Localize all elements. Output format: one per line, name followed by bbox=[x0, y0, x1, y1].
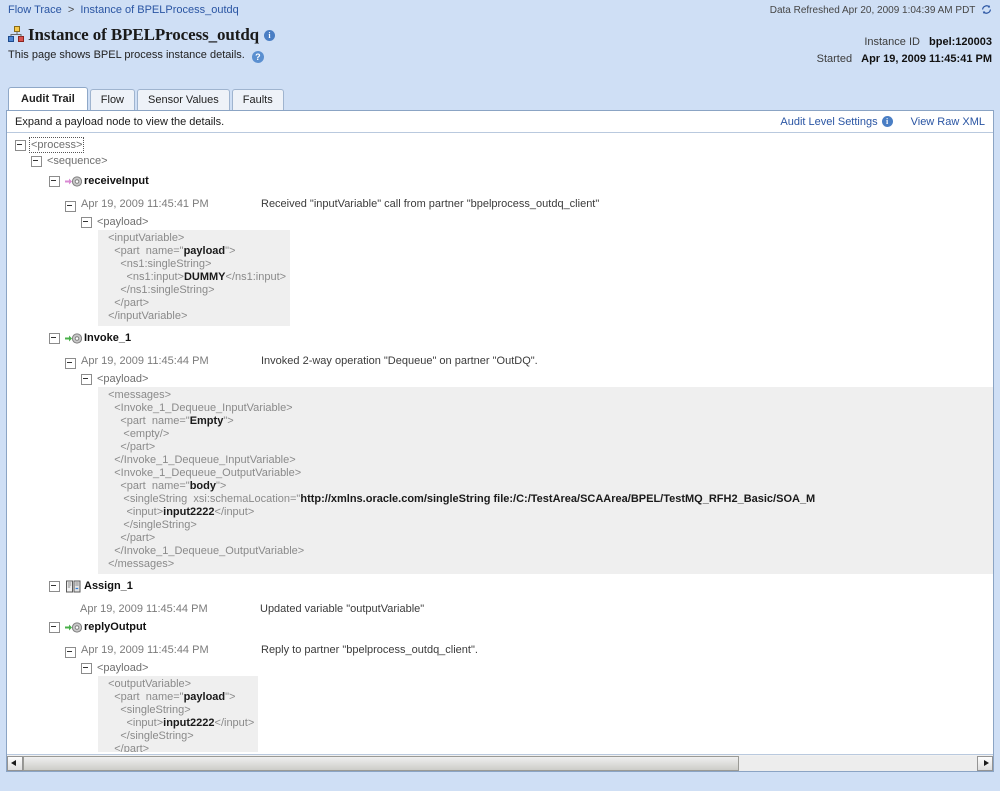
started-value: Apr 19, 2009 11:45:41 PM bbox=[861, 53, 992, 65]
event-timestamp-receiveinput: Apr 19, 2009 11:45:41 PM bbox=[81, 198, 209, 210]
view-raw-xml-link[interactable]: View Raw XML bbox=[911, 116, 985, 128]
activity-name-assign-1: Assign_1 bbox=[84, 580, 133, 592]
activity-name-invoke-1: Invoke_1 bbox=[84, 332, 132, 344]
event-timestamp-invoke-1: Apr 19, 2009 11:45:44 PM bbox=[81, 355, 209, 367]
payload-content-replyoutput: <outputVariable> <part name="payload"> <… bbox=[98, 676, 993, 752]
event-row-receiveinput: Apr 19, 2009 11:45:41 PM Received "input… bbox=[81, 198, 599, 214]
collapse-toggle-payload-invoke-1[interactable] bbox=[81, 373, 92, 385]
payload-tag-label-receiveinput: <payload> bbox=[97, 216, 149, 228]
process-tag-label: <process> bbox=[28, 137, 85, 153]
breadcrumb-item-flow-trace[interactable]: Flow Trace bbox=[8, 4, 62, 16]
tab-faults[interactable]: Faults bbox=[231, 89, 284, 110]
event-message-receiveinput: Received "inputVariable" call from partn… bbox=[261, 198, 600, 210]
collapse-toggle-payload-replyoutput[interactable] bbox=[81, 662, 92, 674]
page-header: Instance of BPELProcess_outdq i This pag… bbox=[0, 20, 1000, 82]
tree-node-payload-replyoutput[interactable]: <payload> bbox=[81, 660, 993, 676]
event-row-assign-1: Apr 19, 2009 11:45:44 PM Updated variabl… bbox=[80, 603, 424, 619]
collapse-toggle-invoke-1[interactable] bbox=[49, 332, 60, 344]
breadcrumb-item-current: Instance of BPELProcess_outdq bbox=[80, 4, 239, 16]
refresh-icon[interactable] bbox=[981, 4, 992, 15]
payload-tag-label-replyoutput: <payload> bbox=[97, 662, 149, 674]
scrollbar-track[interactable] bbox=[23, 755, 977, 771]
breadcrumb: Flow Trace > Instance of BPELProcess_out… bbox=[0, 0, 1000, 20]
instance-id-label: Instance ID bbox=[864, 36, 920, 48]
tree-node-activity-invoke-1[interactable]: Invoke_1 bbox=[49, 330, 993, 346]
arrow-left-icon[interactable] bbox=[7, 755, 23, 771]
event-message-assign-1: Updated variable "outputVariable" bbox=[260, 603, 425, 615]
instance-id-row: Instance ID bpel:120003 bbox=[817, 34, 992, 51]
tree-node-activity-replyoutput[interactable]: replyOutput bbox=[49, 619, 993, 635]
payload-content-invoke-1: <messages> <Invoke_1_Dequeue_InputVariab… bbox=[98, 387, 993, 574]
tree-node-event-receiveinput[interactable]: Apr 19, 2009 11:45:41 PM Received "input… bbox=[65, 198, 993, 214]
activity-name-replyoutput: replyOutput bbox=[84, 621, 147, 633]
data-refreshed-status: Data Refreshed Apr 20, 2009 1:04:39 AM P… bbox=[770, 4, 992, 16]
collapse-toggle-payload-receiveinput[interactable] bbox=[81, 216, 92, 228]
panel-actions: Audit Level Settings i View Raw XML bbox=[780, 116, 985, 128]
collapse-toggle-assign-1[interactable] bbox=[49, 580, 60, 592]
xml-payload-receiveinput: <inputVariable> <part name="payload"> <n… bbox=[98, 230, 291, 326]
audit-level-settings-link[interactable]: Audit Level Settings bbox=[780, 116, 877, 128]
collapse-toggle-sequence[interactable] bbox=[31, 155, 42, 167]
scrollbar-thumb[interactable] bbox=[23, 755, 739, 771]
collapse-toggle-event-invoke-1[interactable] bbox=[65, 357, 76, 369]
horizontal-scrollbar[interactable] bbox=[7, 754, 993, 771]
page-root: Flow Trace > Instance of BPELProcess_out… bbox=[0, 0, 1000, 791]
invoke-activity-icon bbox=[65, 332, 82, 345]
instance-metadata: Instance ID bpel:120003 Started Apr 19, … bbox=[817, 34, 992, 68]
payload-content-receiveinput: <inputVariable> <part name="payload"> <n… bbox=[98, 230, 993, 326]
collapse-toggle-receiveinput[interactable] bbox=[49, 175, 60, 187]
tab-bar: Audit Trail Flow Sensor Values Faults bbox=[0, 87, 1000, 110]
help-icon[interactable]: ? bbox=[251, 51, 264, 63]
event-message-replyoutput: Reply to partner "bpelprocess_outdq_clie… bbox=[261, 644, 478, 656]
audit-trail-tree: <process> <sequence> receiveInput Apr 19… bbox=[7, 133, 993, 752]
tree-node-activity-assign-1[interactable]: Assign_1 bbox=[49, 578, 993, 594]
tree-node-event-invoke-1[interactable]: Apr 19, 2009 11:45:44 PM Invoked 2-way o… bbox=[65, 355, 993, 371]
event-timestamp-assign-1: Apr 19, 2009 11:45:44 PM bbox=[80, 603, 208, 615]
info-icon[interactable]: i bbox=[264, 29, 276, 41]
reply-activity-icon bbox=[65, 621, 82, 634]
instance-id-value: bpel:120003 bbox=[929, 36, 992, 48]
tab-audit-trail[interactable]: Audit Trail bbox=[8, 87, 88, 110]
tree-node-payload-receiveinput[interactable]: <payload> bbox=[81, 214, 993, 230]
xml-payload-invoke-1: <messages> <Invoke_1_Dequeue_InputVariab… bbox=[98, 387, 993, 574]
collapse-toggle-replyoutput[interactable] bbox=[49, 621, 60, 633]
receive-activity-icon bbox=[65, 175, 82, 188]
audit-trail-panel: Expand a payload node to view the detail… bbox=[6, 110, 994, 772]
event-row-invoke-1: Apr 19, 2009 11:45:44 PM Invoked 2-way o… bbox=[81, 355, 538, 371]
tree-node-event-assign-1: Apr 19, 2009 11:45:44 PM Updated variabl… bbox=[80, 603, 993, 619]
payload-tag-label-invoke-1: <payload> bbox=[97, 373, 149, 385]
started-label: Started bbox=[816, 53, 853, 65]
tree-node-process[interactable]: <process> bbox=[15, 137, 993, 153]
page-subtitle: This page shows BPEL process instance de… bbox=[8, 49, 245, 61]
panel-hint-text: Expand a payload node to view the detail… bbox=[15, 115, 225, 128]
audit-level-settings-info-icon[interactable]: i bbox=[881, 116, 893, 127]
activity-name-receiveinput: receiveInput bbox=[84, 175, 149, 187]
assign-activity-icon bbox=[65, 580, 82, 593]
tree-node-payload-invoke-1[interactable]: <payload> bbox=[81, 371, 993, 387]
tab-sensor-values[interactable]: Sensor Values bbox=[137, 89, 230, 110]
tree-node-sequence[interactable]: <sequence> bbox=[31, 153, 993, 169]
xml-payload-replyoutput: <outputVariable> <part name="payload"> <… bbox=[98, 676, 259, 752]
event-timestamp-replyoutput: Apr 19, 2009 11:45:44 PM bbox=[81, 644, 209, 656]
tree-node-activity-receiveinput[interactable]: receiveInput bbox=[49, 173, 993, 189]
arrow-right-icon[interactable] bbox=[977, 755, 993, 771]
data-refreshed-text: Data Refreshed Apr 20, 2009 1:04:39 AM P… bbox=[769, 5, 976, 16]
event-row-replyoutput: Apr 19, 2009 11:45:44 PM Reply to partne… bbox=[81, 644, 478, 660]
collapse-toggle-event-receiveinput[interactable] bbox=[65, 200, 76, 212]
started-row: Started Apr 19, 2009 11:45:41 PM bbox=[817, 51, 992, 68]
tree-node-event-replyoutput[interactable]: Apr 19, 2009 11:45:44 PM Reply to partne… bbox=[65, 644, 993, 660]
sequence-tag-label: <sequence> bbox=[47, 155, 108, 167]
panel-header: Expand a payload node to view the detail… bbox=[7, 111, 993, 133]
tab-flow[interactable]: Flow bbox=[89, 89, 136, 110]
page-title: Instance of BPELProcess_outdq bbox=[28, 25, 260, 44]
bpel-instance-icon bbox=[8, 26, 26, 44]
breadcrumb-separator: > bbox=[67, 4, 75, 16]
event-message-invoke-1: Invoked 2-way operation "Dequeue" on par… bbox=[261, 355, 538, 367]
collapse-toggle-event-replyoutput[interactable] bbox=[65, 646, 76, 658]
collapse-toggle-process[interactable] bbox=[15, 139, 26, 151]
